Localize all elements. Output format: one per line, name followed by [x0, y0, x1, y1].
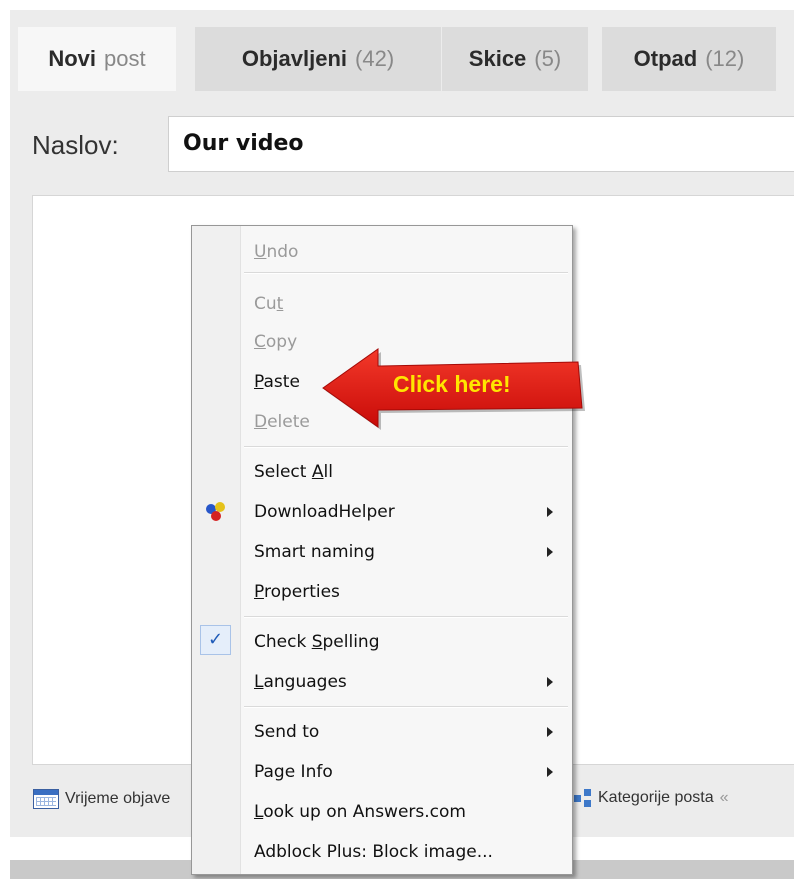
menu-item-send-to[interactable]: Send to — [254, 720, 319, 744]
menu-separator — [244, 446, 568, 448]
tab-count: (5) — [534, 46, 562, 71]
menu-item-properties[interactable]: Properties — [254, 580, 340, 604]
menu-item-page-info[interactable]: Page Info — [254, 760, 333, 784]
menu-separator — [244, 272, 568, 274]
title-label: Naslov: — [32, 130, 119, 160]
tab-count: post — [104, 46, 146, 71]
publish-time-label: Vrijeme objave — [65, 790, 171, 807]
menu-separator — [244, 706, 568, 708]
menu-item-undo[interactable]: Undo — [254, 240, 298, 264]
tab-drafts[interactable]: Skice (5) — [442, 27, 588, 91]
callout-label: Click here! — [393, 371, 511, 397]
title-input[interactable]: Our video — [168, 116, 794, 172]
tab-published[interactable]: Objavljeni (42) — [195, 27, 441, 91]
menu-item-cut[interactable]: Cut — [254, 292, 283, 316]
tab-label: Objavljeni — [241, 46, 348, 71]
tab-label: Skice — [468, 46, 527, 71]
tab-count: (12) — [705, 46, 745, 71]
calendar-icon — [33, 789, 59, 809]
submenu-arrow-icon — [547, 767, 553, 777]
menu-item-adblock[interactable]: Adblock Plus: Block image... — [254, 840, 493, 864]
categories-icon — [574, 789, 592, 807]
post-categories-label: Kategorije posta — [598, 789, 714, 806]
menu-item-check-spelling[interactable]: Check Spelling — [254, 630, 380, 654]
post-categories-link[interactable]: Kategorije posta « — [574, 789, 729, 807]
menu-item-select-all[interactable]: Select All — [254, 460, 333, 484]
menu-item-downloadhelper[interactable]: DownloadHelper — [254, 500, 395, 524]
menu-item-delete[interactable]: Delete — [254, 410, 310, 434]
menu-separator — [244, 616, 568, 618]
tab-count: (42) — [355, 46, 395, 71]
downloadhelper-icon — [206, 502, 228, 522]
publish-time-link[interactable]: Vrijeme objave — [33, 789, 170, 809]
tab-label: Novi — [48, 46, 97, 71]
tab-label: Otpad — [633, 46, 698, 71]
menu-item-languages[interactable]: Languages — [254, 670, 347, 694]
menu-item-paste[interactable]: Paste — [254, 370, 300, 394]
tab-new-post[interactable]: Novi post — [18, 27, 176, 91]
checkmark-icon: ✓ — [200, 625, 231, 655]
submenu-arrow-icon — [547, 547, 553, 557]
tab-trash[interactable]: Otpad (12) — [602, 27, 776, 91]
collapse-chevron-icon[interactable]: « — [720, 789, 729, 807]
menu-item-copy[interactable]: Copy — [254, 330, 297, 354]
menu-item-look-up[interactable]: Look up on Answers.com — [254, 800, 466, 824]
submenu-arrow-icon — [547, 677, 553, 687]
submenu-arrow-icon — [547, 507, 553, 517]
submenu-arrow-icon — [547, 727, 553, 737]
menu-item-smart-naming[interactable]: Smart naming — [254, 540, 375, 564]
context-menu: Undo Cut Copy Paste Delete Select All Do… — [191, 225, 573, 875]
menu-icon-gutter — [192, 226, 241, 874]
